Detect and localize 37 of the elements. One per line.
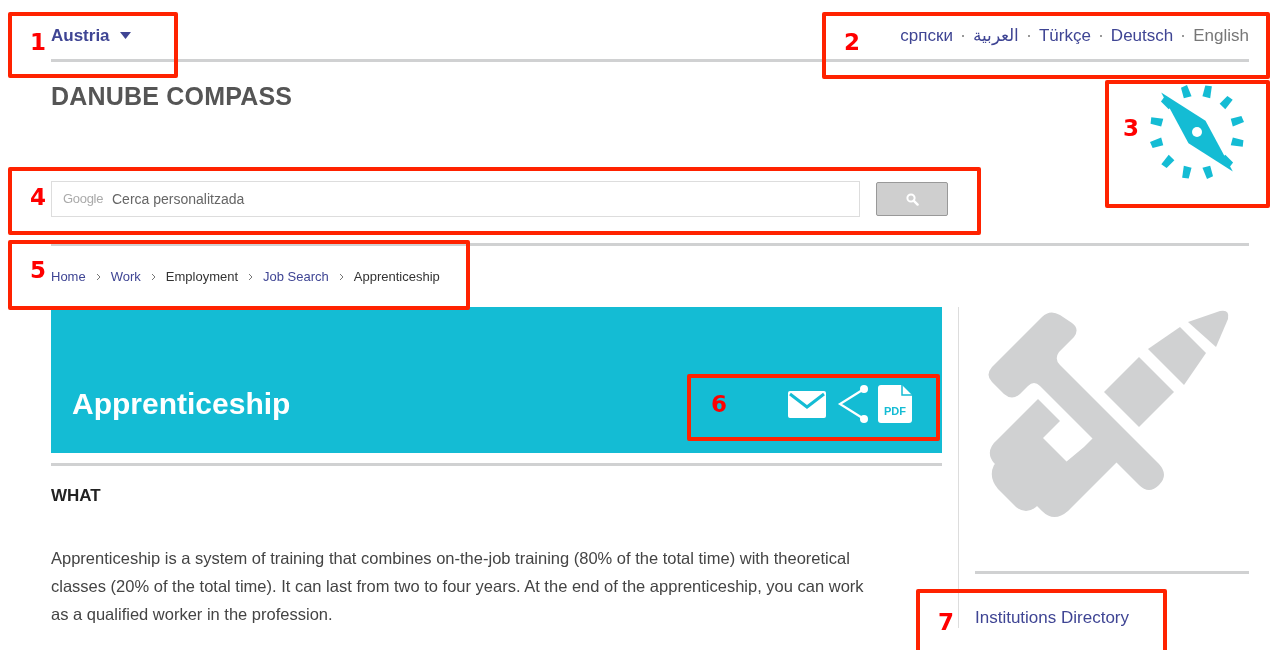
chevron-icon bbox=[95, 272, 101, 281]
caret-icon bbox=[119, 32, 131, 39]
country-dropdown[interactable]: Austria bbox=[51, 25, 131, 46]
annotation-number: 7 bbox=[938, 609, 954, 635]
chevron-icon bbox=[150, 272, 156, 281]
institutions-directory-link[interactable]: Institutions Directory bbox=[975, 608, 1249, 628]
breadcrumb-link[interactable]: Home bbox=[51, 269, 86, 284]
separator-dot-icon bbox=[1027, 34, 1030, 37]
annotation-number: 1 bbox=[30, 29, 46, 55]
body-paragraph: Apprenticeship is a system of training that combines on-the-job training (80% of the total time) with theoretical classes (20% of the total time). It can last from two to four years. At the end of the apprenticeship, you can work as a qualified worker in the profession. bbox=[51, 548, 865, 625]
breadcrumb-link[interactable]: Work bbox=[110, 269, 141, 284]
annotation-number: 4 bbox=[30, 184, 46, 210]
email-icon[interactable] bbox=[788, 390, 826, 418]
section-heading: WHAT bbox=[51, 486, 102, 506]
language-link[interactable]: Türkçe bbox=[1038, 25, 1091, 46]
breadcrumb-item: Apprenticeship bbox=[353, 269, 440, 284]
separator-dot-icon bbox=[1099, 34, 1102, 37]
breadcrumb-link[interactable]: Job Search bbox=[263, 269, 329, 284]
language-link[interactable]: Deutsch bbox=[1110, 25, 1174, 46]
annotation-number: 5 bbox=[30, 257, 46, 283]
search-icon bbox=[905, 192, 919, 206]
breadcrumb-item: Employment bbox=[165, 269, 239, 284]
chevron-icon bbox=[248, 272, 254, 281]
share-icon[interactable] bbox=[836, 385, 868, 423]
site-title: DANUBE COMPASS bbox=[51, 82, 294, 111]
annotation-number: 6 bbox=[711, 391, 727, 417]
separator-dot-icon bbox=[1182, 34, 1185, 37]
page-title: Apprenticeship bbox=[72, 387, 291, 421]
annotation-number: 3 bbox=[1123, 115, 1139, 141]
language-link[interactable]: српски bbox=[900, 25, 953, 46]
search-brand: Google bbox=[63, 191, 104, 206]
chevron-icon bbox=[338, 272, 344, 281]
separator-dot-icon bbox=[961, 34, 964, 37]
search-button[interactable] bbox=[876, 182, 948, 216]
language-link[interactable]: English bbox=[1193, 25, 1249, 46]
language-link[interactable]: العربية bbox=[972, 25, 1019, 46]
annotation-number: 2 bbox=[844, 29, 860, 55]
